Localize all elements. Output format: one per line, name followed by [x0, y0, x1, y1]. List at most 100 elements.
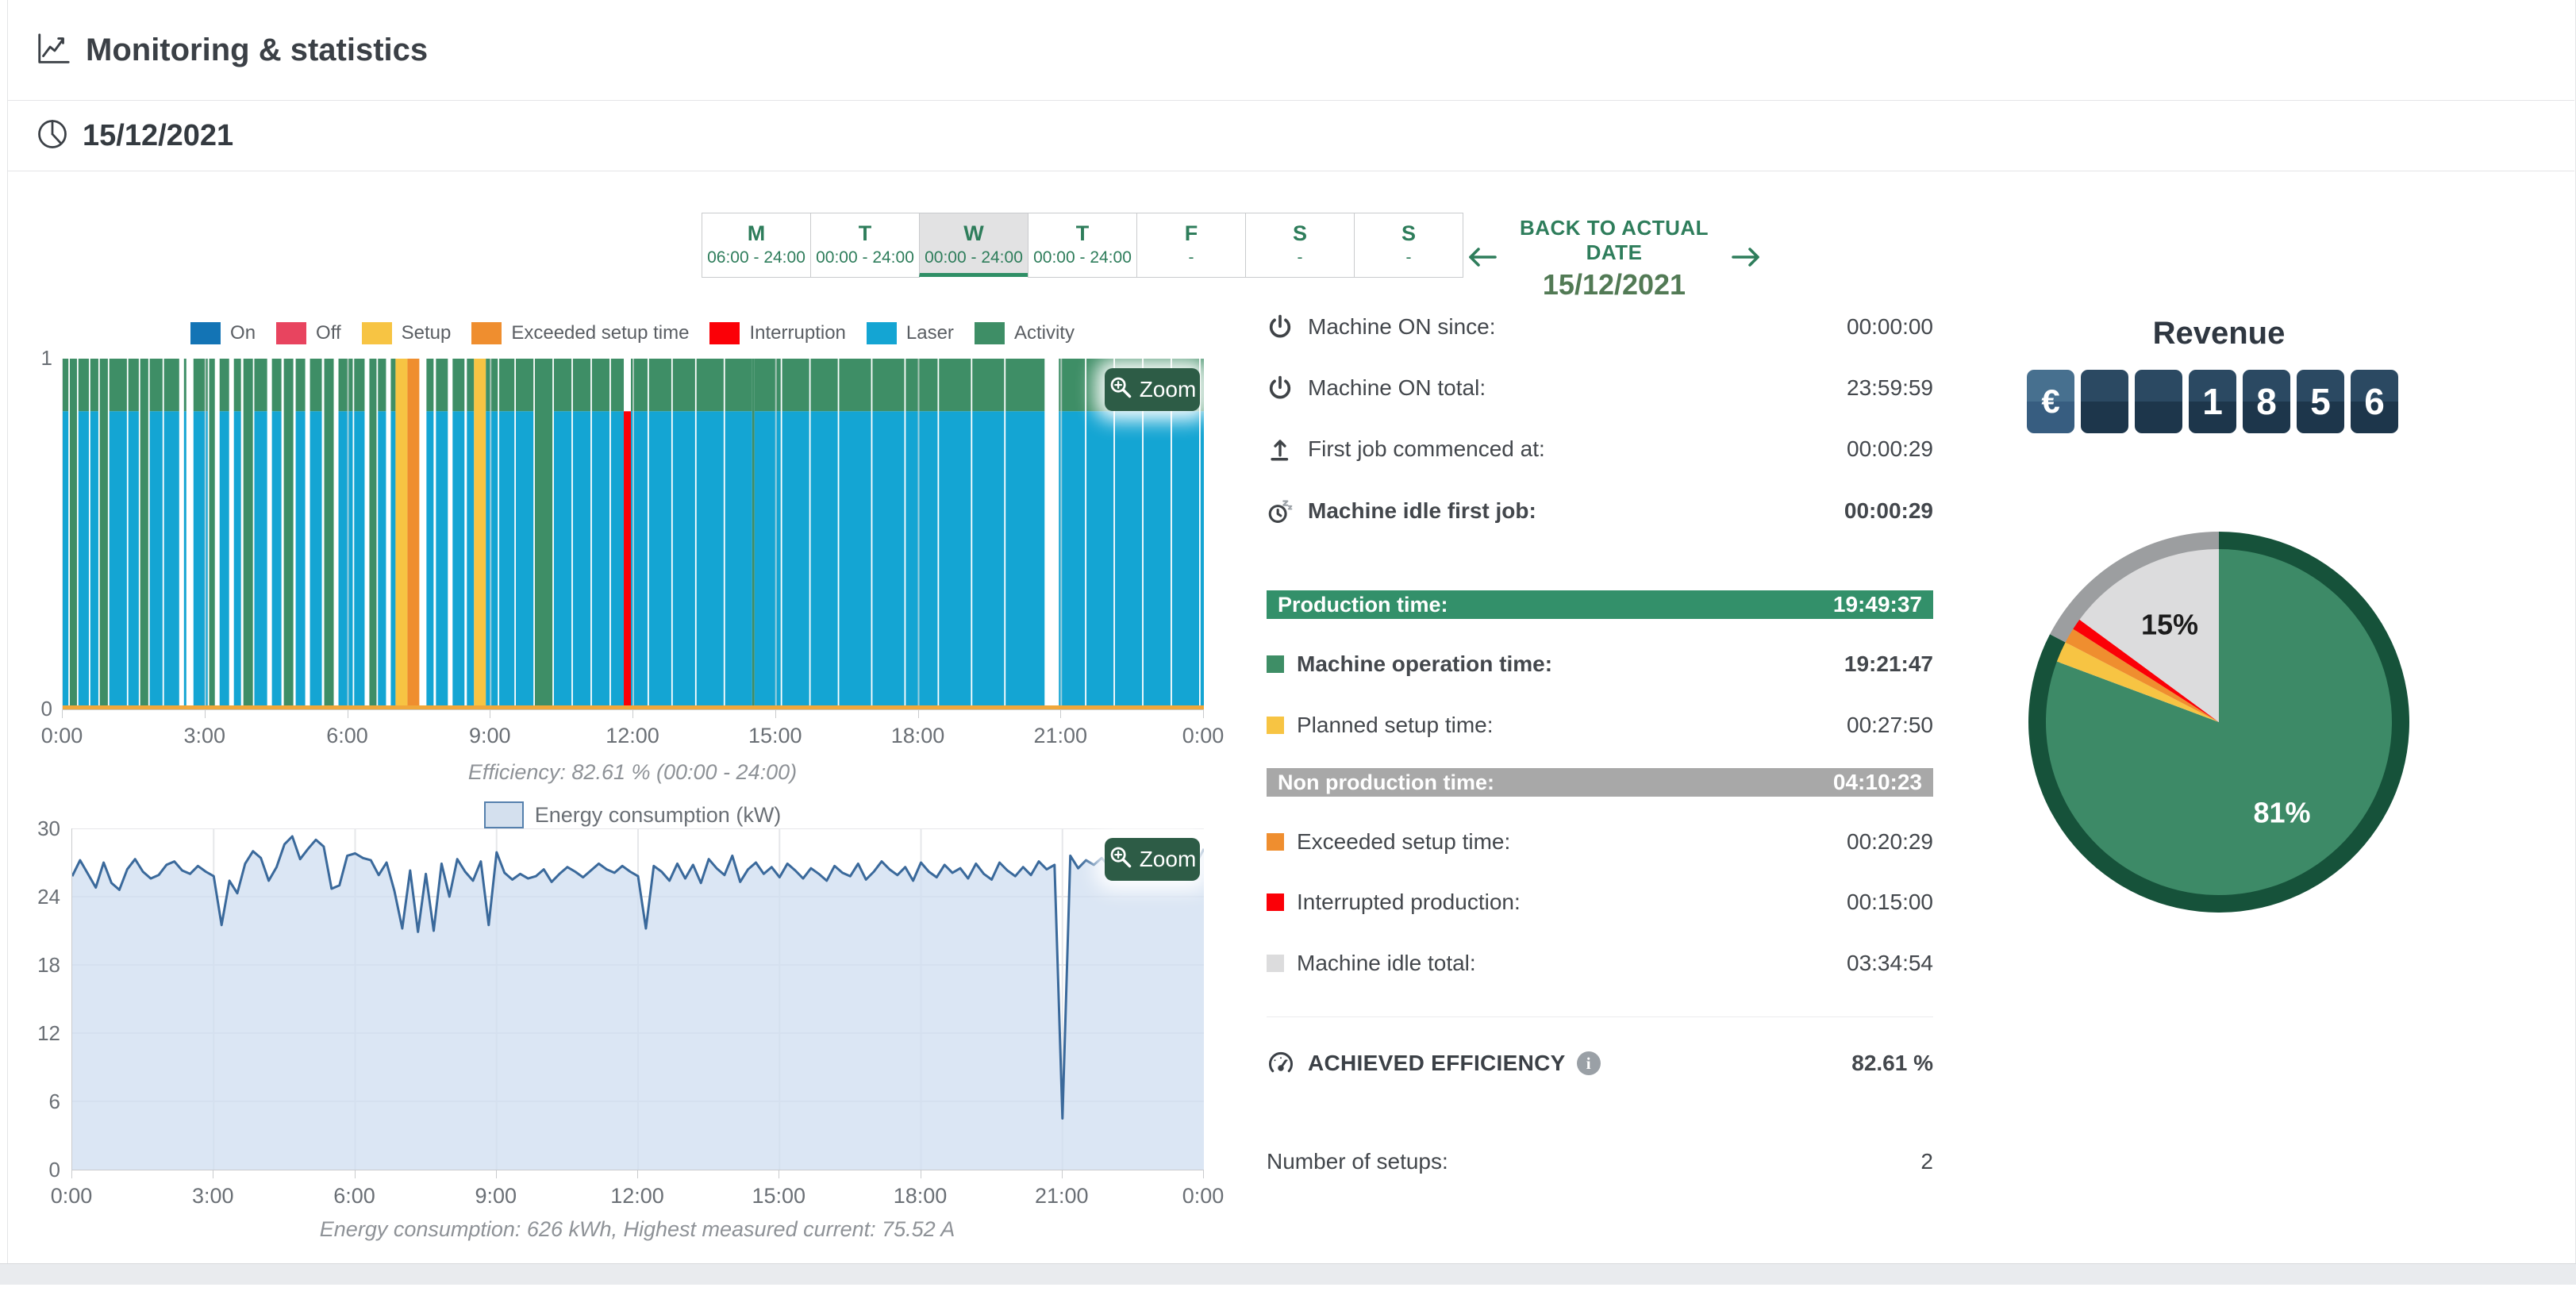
stat-row-machine-on-since: Machine ON since: 00:00:00: [1267, 309, 1933, 344]
non-production-time-banner: Non production time: 04:10:23: [1267, 768, 1933, 797]
legend-label: Activity: [1014, 322, 1075, 344]
zoom-button-label: Zoom: [1140, 847, 1197, 872]
stat-row-first-job-commenced: First job commenced at: 00:00:29: [1267, 432, 1933, 467]
weekday-time-range: -: [1355, 248, 1463, 267]
revenue-digit-tile: 8: [2243, 370, 2290, 433]
date-navigation: BACK TO ACTUAL DATE 15/12/2021: [1465, 216, 1763, 302]
efficiency-caption: Efficiency: 82.61 % (00:00 - 24:00): [62, 760, 1203, 785]
timeline-zoom-button[interactable]: Zoom: [1105, 368, 1200, 411]
weekday-selector: M06:00 - 24:00T00:00 - 24:00W00:00 - 24:…: [702, 213, 1463, 278]
stat-label: Interrupted production:: [1297, 890, 1521, 915]
energy-y-tick: 0: [11, 1158, 60, 1182]
stat-row-machine-idle-total: Machine idle total: 03:34:54: [1267, 946, 1933, 981]
banner-value: 04:10:23: [1833, 770, 1922, 795]
pie-slice-label: 15%: [2141, 609, 2198, 641]
legend-swatch: [190, 322, 221, 344]
revenue-digit-tile: [2135, 370, 2182, 433]
stat-label: Machine idle first job:: [1308, 498, 1536, 524]
info-icon[interactable]: i: [1577, 1051, 1601, 1075]
energy-x-tick: 9:00: [458, 1184, 534, 1209]
stat-row-machine-idle-first-job: Machine idle first job: 00:00:29: [1267, 494, 1933, 528]
timeline-x-tickmark: [632, 710, 633, 718]
legend-label: Off: [316, 322, 341, 344]
weekday-time-range: -: [1246, 248, 1354, 267]
stat-label: Machine idle total:: [1297, 951, 1476, 976]
legend-label: Setup: [402, 322, 452, 344]
weekday-tab-1[interactable]: T00:00 - 24:00: [810, 213, 920, 278]
energy-x-tick: 18:00: [882, 1184, 959, 1209]
monitoring-chart-icon: [35, 30, 71, 71]
energy-x-tick: 21:00: [1024, 1184, 1100, 1209]
stat-label: ACHIEVED EFFICIENCY: [1308, 1051, 1566, 1076]
energy-y-tick: 18: [11, 953, 60, 978]
weekday-tab-4[interactable]: F-: [1136, 213, 1246, 278]
weekday-tab-5[interactable]: S-: [1245, 213, 1355, 278]
setup-time-swatch: [1267, 717, 1284, 734]
legend-swatch: [975, 322, 1005, 344]
weekday-tab-2[interactable]: W00:00 - 24:00: [919, 213, 1028, 277]
revenue-counter: €1856: [2027, 370, 2398, 433]
weekday-letter: T: [1028, 220, 1136, 247]
stat-row-exceeded-setup-time: Exceeded setup time: 00:20:29: [1267, 824, 1933, 859]
magnifier-plus-icon: [1109, 375, 1132, 405]
legend-swatch: [709, 322, 740, 344]
legend-swatch: [362, 322, 392, 344]
timeline-x-tickmark: [918, 710, 919, 718]
exceeded-setup-swatch: [1267, 833, 1284, 851]
stat-row-achieved-efficiency: ACHIEVED EFFICIENCY i 82.61 %: [1267, 1046, 1933, 1081]
next-day-arrow-icon[interactable]: [1730, 245, 1763, 273]
timeline-x-tick: 3:00: [167, 724, 243, 748]
revenue-digit-tile: 5: [2297, 370, 2344, 433]
legend-item: Setup: [362, 322, 452, 344]
banner-label: Production time:: [1278, 593, 1448, 617]
stat-row-machine-operation-time: Machine operation time: 19:21:47: [1267, 647, 1933, 682]
app-header: Monitoring & statistics: [8, 0, 2574, 101]
power-icon: [1267, 313, 1295, 340]
weekday-tab-0[interactable]: M06:00 - 24:00: [702, 213, 811, 278]
selected-date: 15/12/2021: [1498, 268, 1730, 302]
stat-label: Machine ON total:: [1308, 375, 1486, 401]
energy-consumption-chart[interactable]: [71, 828, 1204, 1170]
stat-value: 00:00:29: [1844, 498, 1933, 524]
revenue-title: Revenue: [2028, 316, 2409, 352]
previous-day-arrow-icon[interactable]: [1465, 245, 1498, 273]
weekday-letter: T: [811, 220, 919, 247]
stat-row-interrupted-production: Interrupted production: 00:15:00: [1267, 885, 1933, 920]
machine-state-timeline-chart[interactable]: [62, 359, 1204, 710]
timeline-x-tick: 21:00: [1022, 724, 1098, 748]
legend-label: On: [230, 322, 256, 344]
weekday-tab-6[interactable]: S-: [1354, 213, 1463, 278]
timeline-y-tick: 0: [27, 697, 52, 721]
timeline-x-tickmark: [1060, 710, 1061, 718]
energy-x-tick: 3:00: [175, 1184, 251, 1209]
energy-x-tickmark: [1062, 1170, 1063, 1178]
page-title: Monitoring & statistics: [86, 33, 428, 68]
energy-x-tick: 15:00: [740, 1184, 817, 1209]
stat-value: 23:59:59: [1847, 375, 1933, 401]
timeline-x-tick: 6:00: [310, 724, 386, 748]
horizontal-scrollbar[interactable]: [0, 1263, 2576, 1285]
energy-x-tickmark: [355, 1170, 356, 1178]
stat-value: 00:00:00: [1847, 314, 1933, 340]
stat-value: 2: [1920, 1149, 1933, 1174]
back-to-actual-date-button[interactable]: BACK TO ACTUAL DATE: [1498, 216, 1730, 265]
legend-swatch: [276, 322, 306, 344]
zoom-button-label: Zoom: [1140, 377, 1197, 402]
energy-zoom-button[interactable]: Zoom: [1105, 838, 1200, 881]
current-date: 15/12/2021: [83, 119, 233, 153]
stat-label: Planned setup time:: [1297, 713, 1494, 738]
legend-swatch: [471, 322, 502, 344]
timeline-y-tick: 1: [27, 346, 52, 371]
energy-y-tick: 12: [11, 1021, 60, 1046]
date-header: 15/12/2021: [8, 101, 2574, 171]
gauge-icon: [1267, 1049, 1295, 1078]
idle-clock-icon: [1267, 498, 1295, 525]
stat-value: 00:27:50: [1847, 713, 1933, 738]
energy-x-tickmark: [496, 1170, 497, 1178]
timeline-x-tick: 15:00: [737, 724, 813, 748]
weekday-time-range: 00:00 - 24:00: [1028, 248, 1136, 267]
legend-item: Laser: [867, 322, 954, 344]
stat-value: 03:34:54: [1847, 951, 1933, 976]
legend-swatch: [867, 322, 897, 344]
weekday-tab-3[interactable]: T00:00 - 24:00: [1028, 213, 1137, 278]
